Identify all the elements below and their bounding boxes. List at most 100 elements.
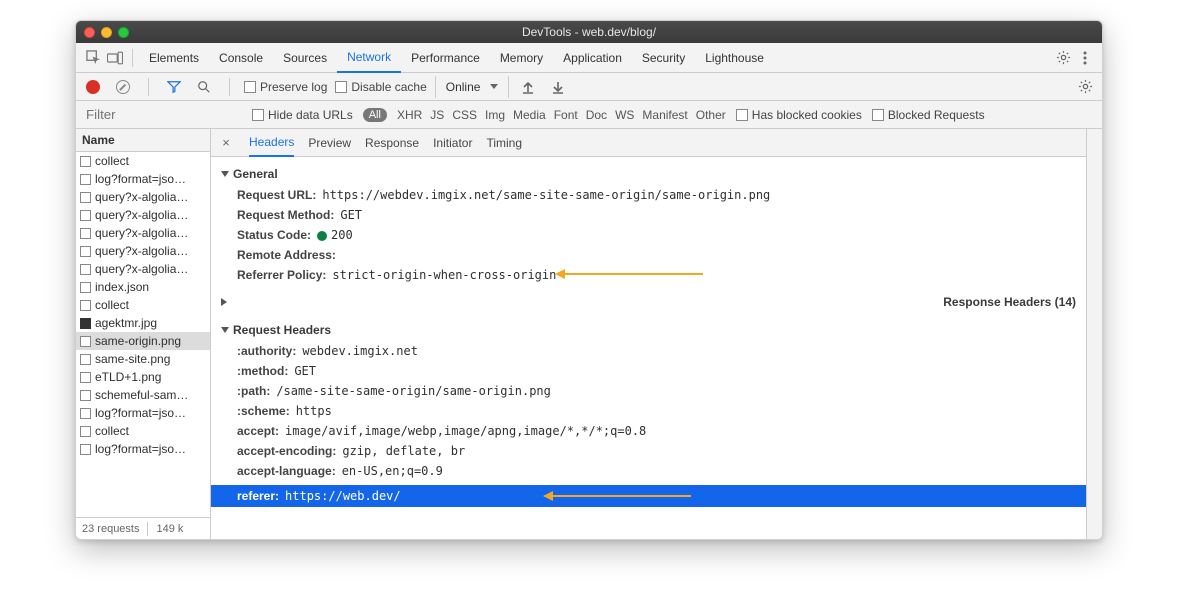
download-har-icon[interactable] (547, 76, 569, 98)
request-row[interactable]: collect (76, 422, 210, 440)
detail-tab-headers[interactable]: Headers (249, 129, 294, 157)
titlebar: DevTools - web.dev/blog/ (76, 21, 1102, 43)
type-media[interactable]: Media (513, 108, 546, 122)
kv-referrer-policy: Referrer Policy:strict-origin-when-cross… (211, 265, 1086, 285)
request-name: agektmr.jpg (95, 316, 157, 330)
main-split: Name collect log?format=jso… query?x-algol… (76, 129, 1102, 539)
request-list[interactable]: collect log?format=jso… query?x-algolia… qu… (76, 152, 210, 517)
request-row[interactable]: index.json (76, 278, 210, 296)
type-xhr[interactable]: XHR (397, 108, 422, 122)
file-icon (80, 372, 91, 383)
minimize-window-button[interactable] (101, 27, 112, 38)
inspect-element-icon[interactable] (82, 47, 104, 69)
disable-cache-checkbox[interactable]: Disable cache (335, 80, 426, 94)
tab-network[interactable]: Network (337, 43, 401, 73)
throttling-value: Online (446, 80, 481, 94)
settings-gear-icon[interactable] (1052, 47, 1074, 69)
preserve-log-checkbox[interactable]: Preserve log (244, 80, 327, 94)
request-row[interactable]: same-origin.png (76, 332, 210, 350)
request-row[interactable]: collect (76, 296, 210, 314)
detail-body[interactable]: General Request URL:https://webdev.imgix… (211, 157, 1086, 539)
file-icon (80, 174, 91, 185)
traffic-lights (84, 27, 129, 38)
device-toolbar-icon[interactable] (104, 47, 126, 69)
request-row[interactable]: schemeful-sam… (76, 386, 210, 404)
type-other[interactable]: Other (696, 108, 726, 122)
request-name: query?x-algolia… (95, 244, 188, 258)
network-toolbar: Preserve log Disable cache Online (76, 73, 1102, 101)
detail-tab-preview[interactable]: Preview (308, 129, 351, 157)
request-row[interactable]: query?x-algolia… (76, 242, 210, 260)
tab-console[interactable]: Console (209, 43, 273, 73)
type-font[interactable]: Font (554, 108, 578, 122)
throttling-select[interactable]: Online (435, 76, 510, 98)
type-manifest[interactable]: Manifest (642, 108, 687, 122)
close-detail-icon[interactable]: × (217, 135, 235, 150)
tab-application[interactable]: Application (553, 43, 632, 73)
record-button[interactable] (82, 76, 104, 98)
type-ws[interactable]: WS (615, 108, 634, 122)
request-name: log?format=jso… (95, 442, 186, 456)
request-name: collect (95, 424, 129, 438)
window-title: DevTools - web.dev/blog/ (76, 25, 1102, 39)
chevron-down-icon (490, 84, 498, 89)
request-row[interactable]: agektmr.jpg (76, 314, 210, 332)
file-icon (80, 444, 91, 455)
blocked-requests-checkbox[interactable]: Blocked Requests (872, 108, 985, 122)
request-row[interactable]: query?x-algolia… (76, 260, 210, 278)
request-row[interactable]: query?x-algolia… (76, 206, 210, 224)
request-name: eTLD+1.png (95, 370, 161, 384)
tab-lighthouse[interactable]: Lighthouse (695, 43, 774, 73)
request-name: schemeful-sam… (95, 388, 188, 402)
divider (132, 49, 133, 67)
section-response-headers-title: Response Headers (14) (943, 295, 1076, 309)
tab-elements[interactable]: Elements (139, 43, 209, 73)
upload-har-icon[interactable] (517, 76, 539, 98)
request-row[interactable]: same-site.png (76, 350, 210, 368)
tab-memory[interactable]: Memory (490, 43, 553, 73)
search-icon[interactable] (193, 76, 215, 98)
detail-tab-response[interactable]: Response (365, 129, 419, 157)
kv-accept: accept:image/avif,image/webp,image/apng,… (211, 421, 1086, 441)
hide-data-urls-checkbox[interactable]: Hide data URLs (252, 108, 353, 122)
type-img[interactable]: Img (485, 108, 505, 122)
zoom-window-button[interactable] (118, 27, 129, 38)
divider (229, 78, 230, 96)
has-blocked-cookies-checkbox[interactable]: Has blocked cookies (736, 108, 862, 122)
kv-scheme: :scheme:https (211, 401, 1086, 421)
divider (148, 78, 149, 96)
request-row[interactable]: query?x-algolia… (76, 224, 210, 242)
type-all-pill[interactable]: All (363, 108, 387, 122)
close-window-button[interactable] (84, 27, 95, 38)
request-row[interactable]: log?format=jso… (76, 170, 210, 188)
clear-button[interactable] (112, 76, 134, 98)
filter-toggle-icon[interactable] (163, 76, 185, 98)
tab-sources[interactable]: Sources (273, 43, 337, 73)
type-js[interactable]: JS (430, 108, 444, 122)
request-row[interactable]: eTLD+1.png (76, 368, 210, 386)
request-row[interactable]: collect (76, 152, 210, 170)
more-menu-icon[interactable] (1074, 47, 1096, 69)
request-name: query?x-algolia… (95, 208, 188, 222)
filter-input[interactable] (82, 104, 242, 126)
detail-tab-initiator[interactable]: Initiator (433, 129, 472, 157)
section-request-headers-header[interactable]: Request Headers (211, 319, 1086, 341)
section-general-header[interactable]: General (211, 163, 1086, 185)
section-response-headers-header[interactable]: Response Headers (14) (211, 291, 1086, 313)
request-row[interactable]: log?format=jso… (76, 440, 210, 458)
type-doc[interactable]: Doc (586, 108, 607, 122)
tab-performance[interactable]: Performance (401, 43, 490, 73)
type-css[interactable]: CSS (452, 108, 477, 122)
request-row[interactable]: query?x-algolia… (76, 188, 210, 206)
name-column-header[interactable]: Name (76, 129, 210, 152)
tab-security[interactable]: Security (632, 43, 695, 73)
request-name: log?format=jso… (95, 172, 186, 186)
network-settings-gear-icon[interactable] (1074, 76, 1096, 98)
scrollbar[interactable] (1086, 129, 1102, 539)
request-row[interactable]: log?format=jso… (76, 404, 210, 422)
file-icon (80, 246, 91, 257)
devtools-window: DevTools - web.dev/blog/ Elements Consol… (75, 20, 1103, 540)
detail-tab-timing[interactable]: Timing (486, 129, 522, 157)
filter-row: Hide data URLs All XHR JS CSS Img Media … (76, 101, 1102, 129)
request-list-panel: Name collect log?format=jso… query?x-algol… (76, 129, 211, 539)
